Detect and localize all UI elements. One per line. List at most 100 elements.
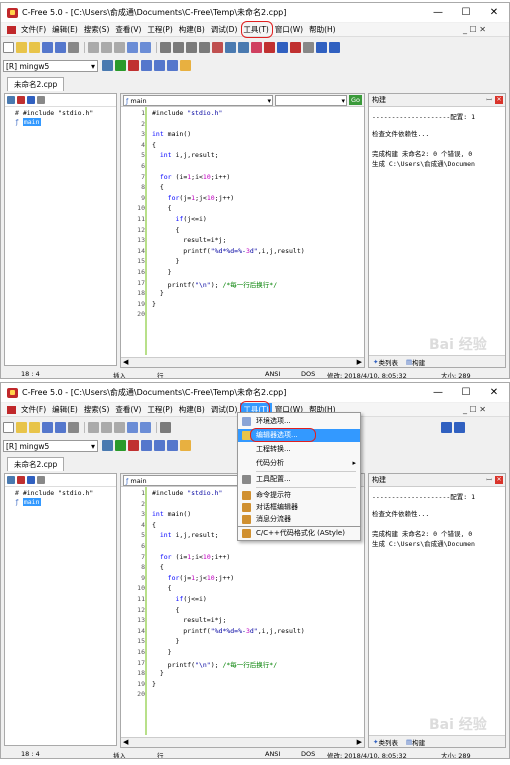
find-next-icon[interactable]: [173, 42, 184, 53]
run-icon[interactable]: [115, 440, 126, 451]
sort-icon[interactable]: [7, 476, 15, 484]
tab-build[interactable]: ▤ 构建: [402, 357, 429, 367]
redo-icon[interactable]: [140, 42, 151, 53]
indent-icon[interactable]: [225, 42, 236, 53]
pin-icon[interactable]: ꟷ: [486, 94, 492, 106]
filter-icon[interactable]: [17, 476, 25, 484]
refresh-icon[interactable]: [37, 476, 45, 484]
save-all-icon[interactable]: [55, 422, 66, 433]
menu-build[interactable]: 构建(B): [176, 403, 208, 416]
paste-icon[interactable]: [114, 422, 125, 433]
menu-edit[interactable]: 编辑(E): [49, 23, 81, 36]
debug-icon[interactable]: [180, 440, 191, 451]
nav-back-icon[interactable]: [264, 42, 275, 53]
build-icon[interactable]: [154, 60, 165, 71]
undo-icon[interactable]: [127, 422, 138, 433]
menu-window[interactable]: 窗口(W): [272, 23, 306, 36]
tab-class-list[interactable]: ✦ 类列表: [369, 357, 402, 367]
new-file-icon[interactable]: [3, 422, 14, 433]
menu-file[interactable]: 文件(F): [18, 23, 49, 36]
maximize-button[interactable]: ☐: [453, 3, 479, 22]
undo-icon[interactable]: [127, 42, 138, 53]
code-editor[interactable]: 1 2 3 4 5 6 7 8 9 10 11 12 13 14 15 16 17 18 19 20 #include…: [121, 107, 364, 355]
copy-icon[interactable]: [101, 42, 112, 53]
symbol-select[interactable]: [275, 94, 347, 106]
bookmark-icon[interactable]: [212, 42, 223, 53]
compiler-options-icon[interactable]: [102, 440, 113, 451]
copy-icon[interactable]: [101, 422, 112, 433]
scroll-left-icon[interactable]: ◀: [123, 738, 128, 746]
tree-item-include[interactable]: # #include "stdio.h": [15, 109, 93, 117]
goto-icon[interactable]: [199, 42, 210, 53]
horizontal-scrollbar[interactable]: ◀ ▶: [121, 737, 364, 747]
file-tab[interactable]: 未命名2.cpp: [7, 77, 65, 91]
menu-help[interactable]: 帮助(H): [306, 23, 339, 36]
info-icon[interactable]: [454, 422, 465, 433]
compiler-select[interactable]: [R] mingw5: [3, 59, 98, 72]
function-select[interactable]: ƒ main: [123, 94, 273, 106]
minimize-button[interactable]: —: [425, 383, 451, 402]
scroll-right-icon[interactable]: ▶: [357, 358, 362, 367]
close-button[interactable]: ✕: [481, 3, 507, 22]
save-icon[interactable]: [42, 422, 53, 433]
cut-icon[interactable]: [88, 422, 99, 433]
horizontal-scrollbar[interactable]: ◀ ▶: [121, 357, 364, 367]
filter-icon[interactable]: [17, 96, 25, 104]
tab-build[interactable]: ▤ 构建: [402, 737, 429, 747]
new-file-icon[interactable]: [3, 42, 14, 53]
open-folder-icon[interactable]: [16, 422, 27, 433]
info-icon[interactable]: [329, 42, 340, 53]
menu-item-tool-config[interactable]: 工具配置...: [238, 473, 360, 486]
menu-debug[interactable]: 调试(D): [208, 23, 241, 36]
cut-icon[interactable]: [88, 42, 99, 53]
toggle-comment-icon[interactable]: [251, 42, 262, 53]
mdi-restore-button[interactable]: _ ☐ ✕: [463, 405, 486, 414]
menu-view[interactable]: 查看(V): [112, 403, 144, 416]
close-panel-icon[interactable]: ✕: [495, 96, 503, 104]
help-icon[interactable]: [316, 42, 327, 53]
print-icon[interactable]: [68, 42, 79, 53]
close-button[interactable]: ✕: [481, 383, 507, 402]
open-folder-icon[interactable]: [16, 42, 27, 53]
redo-icon[interactable]: [140, 422, 151, 433]
paste-icon[interactable]: [114, 42, 125, 53]
print-icon[interactable]: [68, 422, 79, 433]
scroll-left-icon[interactable]: ◀: [123, 358, 128, 366]
find-icon[interactable]: [160, 42, 171, 53]
menu-search[interactable]: 搜索(S): [81, 403, 113, 416]
menu-item-message-splitter[interactable]: 消息分流器: [238, 513, 360, 526]
compiler-options-icon[interactable]: [102, 60, 113, 71]
save-icon[interactable]: [42, 42, 53, 53]
window-layout-icon[interactable]: [290, 42, 301, 53]
tree-item-include[interactable]: # #include "stdio.h": [15, 489, 93, 497]
debug-icon[interactable]: [180, 60, 191, 71]
go-button[interactable]: Go: [349, 95, 363, 105]
replace-icon[interactable]: [186, 42, 197, 53]
scroll-right-icon[interactable]: ▶: [357, 738, 362, 747]
tree-item-main[interactable]: ƒ main: [15, 118, 41, 126]
open-project-icon[interactable]: [29, 42, 40, 53]
refresh-icon[interactable]: [37, 96, 45, 104]
compile-icon[interactable]: [141, 440, 152, 451]
file-tab[interactable]: 未命名2.cpp: [7, 457, 65, 471]
tree-item-main[interactable]: ƒ main: [15, 498, 41, 506]
build-icon[interactable]: [154, 440, 165, 451]
close-panel-icon[interactable]: ✕: [495, 476, 503, 484]
minimize-button[interactable]: —: [425, 3, 451, 22]
menu-project[interactable]: 工程(P): [144, 23, 175, 36]
menu-item-code-analysis[interactable]: 代码分析 ▸: [238, 457, 360, 470]
run-icon[interactable]: [115, 60, 126, 71]
nav-forward-icon[interactable]: [277, 42, 288, 53]
tab-class-list[interactable]: ✦ 类列表: [369, 737, 402, 747]
save-all-icon[interactable]: [55, 42, 66, 53]
stop-icon[interactable]: [128, 440, 139, 451]
menu-item-astyle-format[interactable]: C/C++代码格式化 (AStyle): [238, 527, 360, 540]
view-icon[interactable]: [27, 476, 35, 484]
menu-item-project-convert[interactable]: 工程转换...: [238, 443, 360, 456]
menu-edit[interactable]: 编辑(E): [49, 403, 81, 416]
menu-build[interactable]: 构建(B): [176, 23, 208, 36]
view-icon[interactable]: [27, 96, 35, 104]
mdi-restore-button[interactable]: _ ☐ ✕: [463, 25, 486, 34]
help-icon[interactable]: [441, 422, 452, 433]
menu-debug[interactable]: 调试(D): [208, 403, 241, 416]
